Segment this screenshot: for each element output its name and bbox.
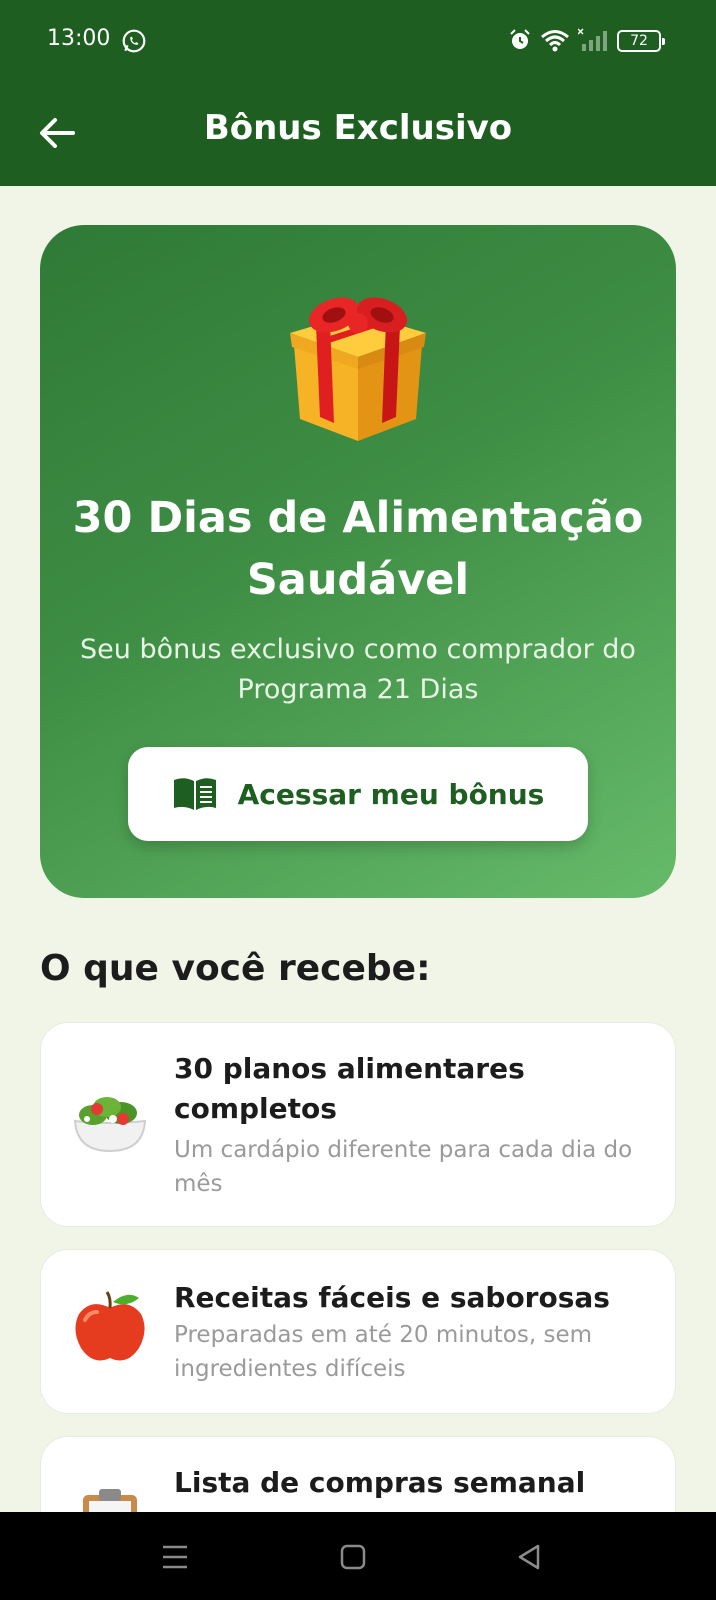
status-time: 13:00 [47, 26, 111, 51]
home-icon[interactable] [336, 1540, 370, 1574]
feature-title: Receitas fáceis e saborosas [174, 1281, 610, 1314]
access-bonus-label: Acessar meu bônus [237, 777, 545, 811]
hero-subtitle: Seu bônus exclusivo como comprador do Pr… [80, 634, 636, 705]
system-navigation-bar [0, 1512, 716, 1600]
menu-icon[interactable] [158, 1540, 192, 1574]
status-bar: 13:00 72 [0, 0, 716, 82]
salad-icon [73, 1097, 147, 1153]
wifi-icon [541, 30, 569, 52]
feature-card: 30 planos alimentares completos Um cardá… [40, 1022, 676, 1227]
access-bonus-button[interactable]: Acessar meu bônus [128, 747, 588, 841]
hero-card: 30 Dias de Alimentação Saudável Seu bônu… [40, 225, 676, 898]
hero-title: 30 Dias de Alimentação Saudável [72, 493, 644, 605]
app-bar: Bônus Exclusivo [0, 82, 716, 186]
battery-icon: 72 [617, 30, 665, 52]
feature-card: Receitas fáceis e saborosas Preparadas e… [40, 1249, 676, 1414]
gift-icon [290, 297, 426, 441]
section-title: O que você recebe: [40, 948, 431, 989]
feature-title: 30 planos alimentares completos [174, 1052, 525, 1125]
apple-icon [75, 1291, 145, 1361]
page-title: Bônus Exclusivo [203, 108, 513, 148]
book-icon [173, 778, 216, 810]
alarm-icon [510, 29, 530, 49]
back-triangle-icon[interactable] [512, 1540, 546, 1574]
top-bar: 13:00 72 Bônus Exclusivo [0, 0, 716, 186]
feature-title: Lista de compras semanal [174, 1466, 586, 1499]
feature-description: Preparadas em até 20 minutos, sem ingred… [174, 1322, 592, 1382]
feature-description: Um cardápio diferente para cada dia do m… [174, 1137, 633, 1197]
whatsapp-icon [122, 29, 146, 53]
signal-icon [578, 28, 607, 51]
